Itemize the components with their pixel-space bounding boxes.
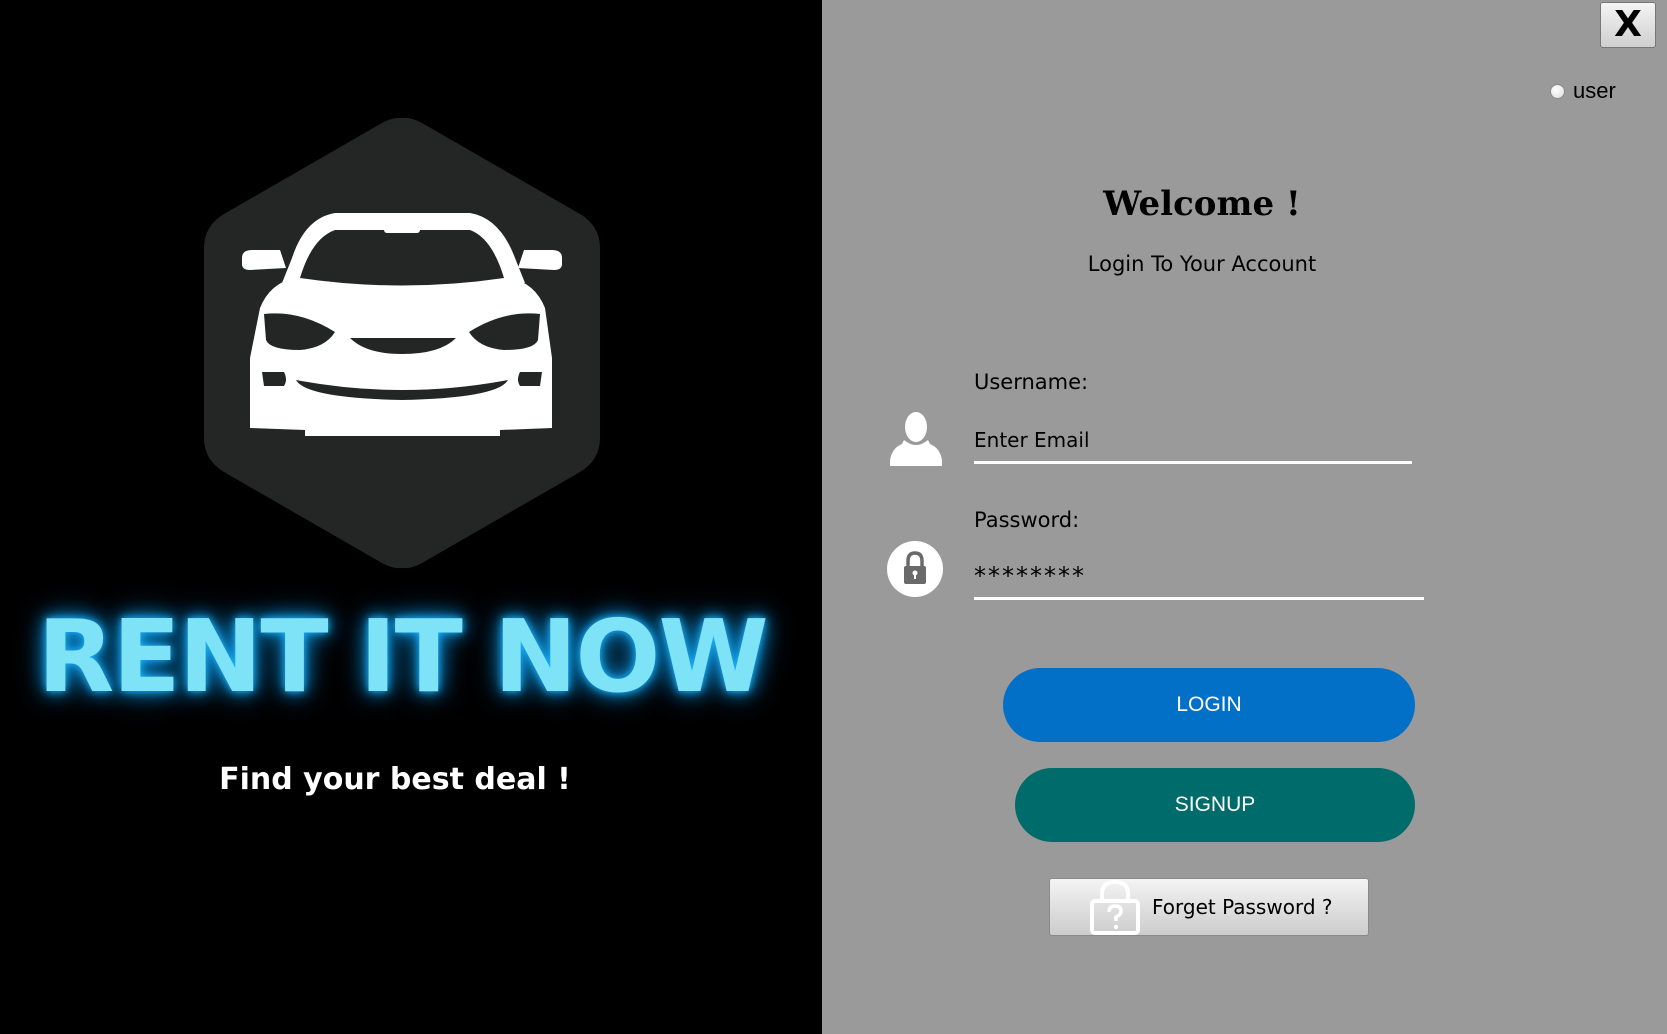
brand-title: RENT IT NOW [37, 598, 768, 715]
password-label: Password: [974, 508, 1080, 532]
username-field[interactable] [974, 418, 1412, 464]
signup-button[interactable]: SIGNUP [1015, 768, 1415, 842]
welcome-heading: Welcome ! [1103, 184, 1301, 224]
login-subtitle: Login To Your Account [1087, 252, 1317, 276]
login-button[interactable]: LOGIN [1003, 668, 1415, 742]
brand-tagline: Find your best deal ! [219, 762, 571, 797]
username-label: Username: [974, 370, 1089, 394]
user-radio-label: user [1573, 78, 1616, 103]
user-icon [890, 412, 942, 466]
lock-icon [887, 541, 943, 597]
lock-question-icon [1090, 879, 1140, 935]
car-hexagon-logo [204, 118, 600, 568]
close-button[interactable]: X [1600, 2, 1656, 48]
login-panel: X user Welcome ! Login To Your Account U… [822, 0, 1667, 1034]
user-radio-button[interactable] [1550, 83, 1565, 99]
forget-password-label: Forget Password ? [1152, 895, 1333, 919]
login-window: RENT IT NOW Find your best deal ! X user… [0, 0, 1667, 1034]
forget-password-button[interactable]: Forget Password ? [1049, 878, 1369, 936]
brand-panel: RENT IT NOW Find your best deal ! [0, 0, 822, 1034]
password-field[interactable] [974, 554, 1424, 600]
role-selector[interactable]: user [1550, 78, 1616, 104]
